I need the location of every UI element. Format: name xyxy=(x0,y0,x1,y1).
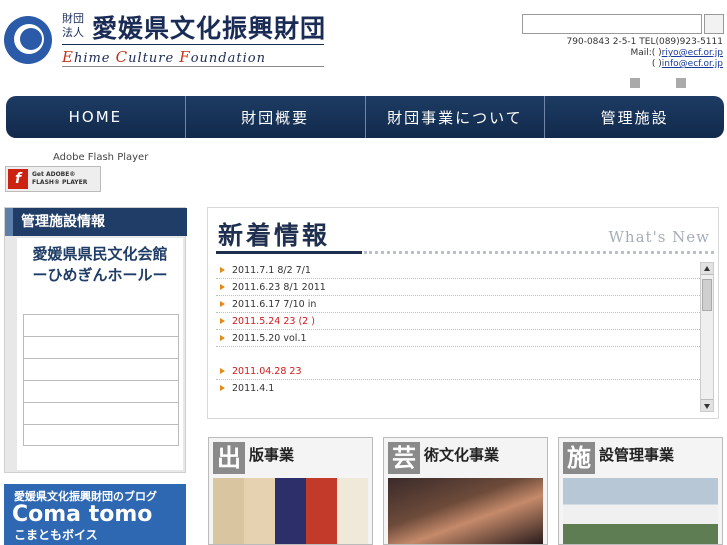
scroll-down-icon[interactable] xyxy=(701,399,713,411)
flash-icon: f xyxy=(8,169,28,189)
facility-sidebar: 管理施設情報 愛媛県県民文化会館 ーひめぎんホールー xyxy=(4,207,187,473)
arrow-right-icon xyxy=(220,301,225,307)
mail-line-info: ( )info@ecf.or.jp xyxy=(651,59,723,69)
facility-link[interactable] xyxy=(23,314,179,336)
banner-image xyxy=(213,478,368,544)
blog-banner[interactable]: 愛媛県文化振興財団のブログ Coma tomo こまともボイス xyxy=(4,484,186,545)
banner-kanji: 出 xyxy=(213,442,245,474)
nav-about[interactable]: 財団概要 xyxy=(186,96,366,138)
news-item[interactable]: 2011.5.20 vol.1 xyxy=(216,330,700,347)
news-item[interactable]: 2011.7.1 8/2 7/1 xyxy=(216,262,700,279)
arrow-right-icon xyxy=(220,335,225,341)
banner-title: 設管理事業 xyxy=(599,446,675,464)
flash-badge-text: Get ADOBE® FLASH® PLAYER xyxy=(32,171,88,186)
sidebar-heading: 管理施設情報 xyxy=(5,208,187,236)
news-item[interactable]: 2011.6.23 8/1 2011 xyxy=(216,279,700,296)
banner-publishing[interactable]: 出 版事業 xyxy=(208,437,373,545)
scroll-thumb[interactable] xyxy=(702,279,712,311)
search-input[interactable] xyxy=(522,14,702,34)
address-line: 790-0843 2-5-1 TEL(089)923-5111 xyxy=(566,37,723,47)
news-section: 新着情報 What's New 2011.7.1 8/2 7/1 2011.6.… xyxy=(207,207,719,419)
scroll-up-icon[interactable] xyxy=(701,263,713,275)
news-dotted-rule xyxy=(364,251,714,254)
facility-panel: 愛媛県県民文化会館 ーひめぎんホールー xyxy=(17,238,183,470)
facility-link[interactable] xyxy=(23,336,179,358)
banner-arts[interactable]: 芸 術文化事業 xyxy=(383,437,548,545)
site-header: 財団法人 愛媛県文化振興財団 Ehime Culture Foundation … xyxy=(0,0,727,96)
facility-link[interactable] xyxy=(23,380,179,402)
news-item[interactable]: 2011.4.1 xyxy=(216,380,700,397)
news-scrollbar[interactable] xyxy=(700,262,714,412)
nav-home[interactable]: HOME xyxy=(6,96,186,138)
nav-facilities[interactable]: 管理施設 xyxy=(545,96,724,138)
search-button[interactable] xyxy=(704,14,724,34)
facility-link[interactable] xyxy=(23,424,179,446)
mail-link-info[interactable]: info@ecf.or.jp xyxy=(662,59,723,69)
news-item[interactable]: 2011.5.24 23 (2 ) xyxy=(216,313,700,330)
banner-image xyxy=(563,478,718,544)
news-title: 新着情報 xyxy=(218,221,331,250)
news-item[interactable]: 2011.6.17 7/10 in xyxy=(216,296,700,313)
nav-projects[interactable]: 財団事業について xyxy=(366,96,546,138)
text-size-small-icon[interactable] xyxy=(630,78,640,88)
news-spacer xyxy=(216,347,700,363)
main-nav: HOME 財団概要 財団事業について 管理施設 xyxy=(6,96,724,138)
mail-link-riyo[interactable]: riyo@ecf.or.jp xyxy=(662,48,723,58)
foundation-emblem-icon[interactable] xyxy=(4,16,52,64)
news-list: 2011.7.1 8/2 7/1 2011.6.23 8/1 2011 2011… xyxy=(216,262,700,397)
logo-divider xyxy=(62,44,324,45)
logo-divider-bottom xyxy=(62,66,324,67)
logo-title[interactable]: 愛媛県文化振興財団 xyxy=(92,9,326,45)
arrow-right-icon xyxy=(220,385,225,391)
flash-notice: Adobe Flash Player xyxy=(53,152,149,163)
mail-line: Mail:( )riyo@ecf.or.jp xyxy=(630,48,723,58)
news-title-underline xyxy=(216,251,362,254)
facility-link[interactable] xyxy=(23,402,179,424)
news-item[interactable]: 2011.04.28 23 xyxy=(216,363,700,380)
get-flash-player-button[interactable]: f Get ADOBE® FLASH® PLAYER xyxy=(5,166,101,192)
logo-english-name: Ehime Culture Foundation xyxy=(62,48,266,66)
hall-name[interactable]: 愛媛県県民文化会館 ーひめぎんホールー xyxy=(17,244,183,286)
news-title-english: What's New xyxy=(608,228,710,246)
banner-facility-management[interactable]: 施 設管理事業 xyxy=(558,437,723,545)
banner-kanji: 施 xyxy=(563,442,595,474)
text-size-large-icon[interactable] xyxy=(676,78,686,88)
logo-subtitle: 財団法人 xyxy=(62,12,84,39)
banner-kanji: 芸 xyxy=(388,442,420,474)
arrow-right-icon xyxy=(220,368,225,374)
facility-link-list xyxy=(23,314,179,446)
facility-link[interactable] xyxy=(23,358,179,380)
blog-banner-caption: こまともボイス xyxy=(14,528,98,542)
arrow-right-icon xyxy=(220,267,225,273)
blog-banner-title: Coma tomo xyxy=(12,502,153,527)
arrow-right-icon xyxy=(220,318,225,324)
arrow-right-icon xyxy=(220,284,225,290)
banner-title: 術文化事業 xyxy=(424,446,500,464)
banner-image xyxy=(388,478,543,544)
banner-title: 版事業 xyxy=(249,446,295,464)
